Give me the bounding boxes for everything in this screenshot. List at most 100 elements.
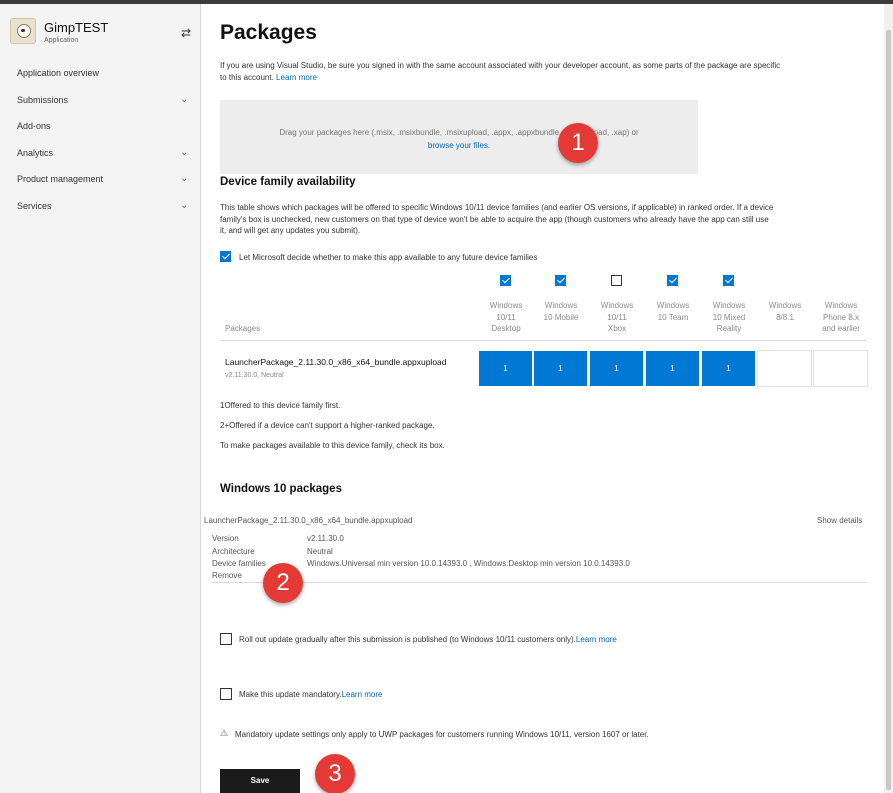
device-family-checkbox[interactable] <box>667 275 678 286</box>
rank-cell[interactable] <box>813 350 868 387</box>
device-family-desc-2: family's box is unchecked, new customers… <box>220 214 769 224</box>
device-family-checkbox[interactable] <box>611 275 622 286</box>
package-divider <box>212 582 867 583</box>
table-header-divider <box>220 340 866 341</box>
note-first: 1Offered to this device family first. <box>220 401 341 410</box>
device-family-column-header: Windows 10 Mobile <box>533 300 589 323</box>
architecture-value: Neutral <box>307 547 333 556</box>
rank-cell[interactable] <box>757 350 812 387</box>
annotation-badge-1: 1 <box>558 123 598 163</box>
column-header-line: 10 Mixed <box>712 312 746 322</box>
chevron-down-icon[interactable]: ⌄ <box>180 166 188 192</box>
save-button[interactable]: Save <box>220 769 300 793</box>
device-family-column-header: Windows 10/11 Desktop <box>478 300 534 335</box>
sidebar-item-label: Analytics <box>17 147 54 158</box>
app-subtitle: Application <box>44 37 79 44</box>
sidebar-item-label: Services <box>17 200 52 211</box>
gradual-rollout-label: Roll out update gradually after this sub… <box>239 634 617 646</box>
sidebar-item-services[interactable]: Services ⌄ <box>0 193 200 220</box>
column-header-line: 10 Mobile <box>543 312 579 322</box>
column-header-line: Phone 8.x <box>822 312 860 322</box>
annotation-badge-3: 3 <box>315 754 355 793</box>
app-header[interactable]: GimpTEST Application ⇄ <box>10 18 195 48</box>
column-header-line: Windows <box>544 301 578 310</box>
column-header-line: 10/11 <box>496 312 516 322</box>
device-families-value: Windows.Universal min version 10.0.14393… <box>307 559 630 568</box>
table-package-version: v2.11.30.0, Neutral <box>225 372 284 379</box>
device-family-checkbox[interactable] <box>500 275 511 286</box>
column-header-line: Windows <box>600 301 634 310</box>
mandatory-update-learn-more[interactable]: Learn more <box>342 690 383 699</box>
rank-cell[interactable]: 1 <box>478 350 533 387</box>
device-family-checkbox[interactable] <box>723 275 734 286</box>
table-package-name: LauncherPackage_2.11.30.0_x86_x64_bundle… <box>225 357 447 367</box>
device-family-checkbox[interactable] <box>555 275 566 286</box>
column-header-line: Windows <box>712 301 746 310</box>
architecture-label: Architecture <box>212 547 255 556</box>
device-family-desc-3: it, and will get any updates you submit)… <box>220 226 361 235</box>
device-family-heading: Device family availability <box>220 176 356 188</box>
chevron-down-icon[interactable]: ⌄ <box>180 193 188 219</box>
mandatory-update-checkbox[interactable] <box>220 688 232 700</box>
column-header-line: Windows <box>824 301 858 310</box>
rank-cell[interactable]: 1 <box>533 350 588 387</box>
gradual-rollout-checkbox[interactable] <box>220 633 232 645</box>
device-family-desc-1: This table shows which packages will be … <box>220 203 774 212</box>
rank-cell[interactable]: 1 <box>701 350 756 387</box>
sidebar-item-analytics[interactable]: Analytics ⌄ <box>0 140 200 167</box>
device-family-column-header: Windows 10 Mixed Reality <box>701 300 757 335</box>
note-check-box: To make packages available to this devic… <box>220 441 445 450</box>
column-header-line: 10/11 <box>607 312 627 322</box>
sidebar-nav: Application overview Submissions ⌄ Add-ons A… <box>0 60 200 219</box>
show-details-link[interactable]: Show details <box>817 516 862 525</box>
device-family-column-header: Windows 10 Team <box>645 300 701 323</box>
intro-learn-more-link[interactable]: Learn more <box>276 73 317 82</box>
main-content: Packages If you are using Visual Studio,… <box>201 4 884 793</box>
intro-line-1: If you are using Visual Studio, be sure … <box>220 61 781 70</box>
annotation-badge-2: 2 <box>263 563 303 603</box>
package-drop-zone[interactable]: Drag your packages here (.msix, .msixbun… <box>220 100 698 174</box>
rank-cell[interactable]: 1 <box>589 350 644 387</box>
rank-cell[interactable]: 1 <box>645 350 700 387</box>
sidebar-item-add-ons[interactable]: Add-ons <box>0 113 200 140</box>
switch-app-icon[interactable]: ⇄ <box>181 26 191 40</box>
sidebar-item-product-management[interactable]: Product management ⌄ <box>0 166 200 193</box>
remove-package-link[interactable]: Remove <box>212 571 242 580</box>
column-header-line: and earlier <box>822 324 860 333</box>
device-family-column-header: Windows 8/8.1 <box>757 300 813 323</box>
sidebar-item-label: Submissions <box>17 94 69 105</box>
gradual-rollout-text: Roll out update gradually after this sub… <box>239 635 576 644</box>
device-family-description: This table shows which packages will be … <box>220 202 880 237</box>
let-microsoft-decide-label: Let Microsoft decide whether to make thi… <box>239 253 538 262</box>
let-microsoft-decide-checkbox[interactable] <box>220 251 231 262</box>
version-label: Version <box>212 534 239 543</box>
sidebar: GimpTEST Application ⇄ Application overv… <box>0 4 201 793</box>
column-header-line: Reality <box>716 324 742 333</box>
column-header-line: 10 Team <box>657 312 689 322</box>
scrollbar-thumb[interactable] <box>886 30 891 790</box>
app-logo <box>10 18 36 44</box>
page-title: Packages <box>220 21 317 44</box>
column-header-line: Xbox <box>607 324 627 333</box>
mandatory-update-label: Make this update mandatory.Learn more <box>239 689 383 701</box>
chevron-down-icon[interactable]: ⌄ <box>180 140 188 166</box>
chevron-down-icon[interactable]: ⌄ <box>180 87 188 113</box>
sidebar-item-application-overview[interactable]: Application overview <box>0 60 200 87</box>
sidebar-item-label: Application overview <box>17 68 100 78</box>
intro-line-2: to this account. <box>220 72 274 82</box>
device-families-label: Device families <box>212 559 266 568</box>
packages-column-header: Packages <box>225 324 261 333</box>
browse-files-link[interactable]: browse your files. <box>428 141 490 150</box>
device-family-column-header: Windows Phone 8.x and earlier <box>813 300 869 335</box>
sidebar-item-submissions[interactable]: Submissions ⌄ <box>0 87 200 114</box>
mandatory-warning-text: Mandatory update settings only apply to … <box>235 730 649 739</box>
app-title: GimpTEST <box>44 20 109 35</box>
sidebar-item-label: Add-ons <box>17 121 51 131</box>
mandatory-update-text: Make this update mandatory. <box>239 690 342 699</box>
column-header-line: Desktop <box>491 324 521 333</box>
version-value: v2.11.30.0 <box>307 534 344 543</box>
win10-package-name: LauncherPackage_2.11.30.0_x86_x64_bundle… <box>204 516 413 525</box>
gradual-rollout-learn-more[interactable]: Learn more <box>576 635 617 644</box>
column-header-line: Windows <box>656 301 690 310</box>
note-fallback: 2+Offered if a device can't support a hi… <box>220 421 435 430</box>
